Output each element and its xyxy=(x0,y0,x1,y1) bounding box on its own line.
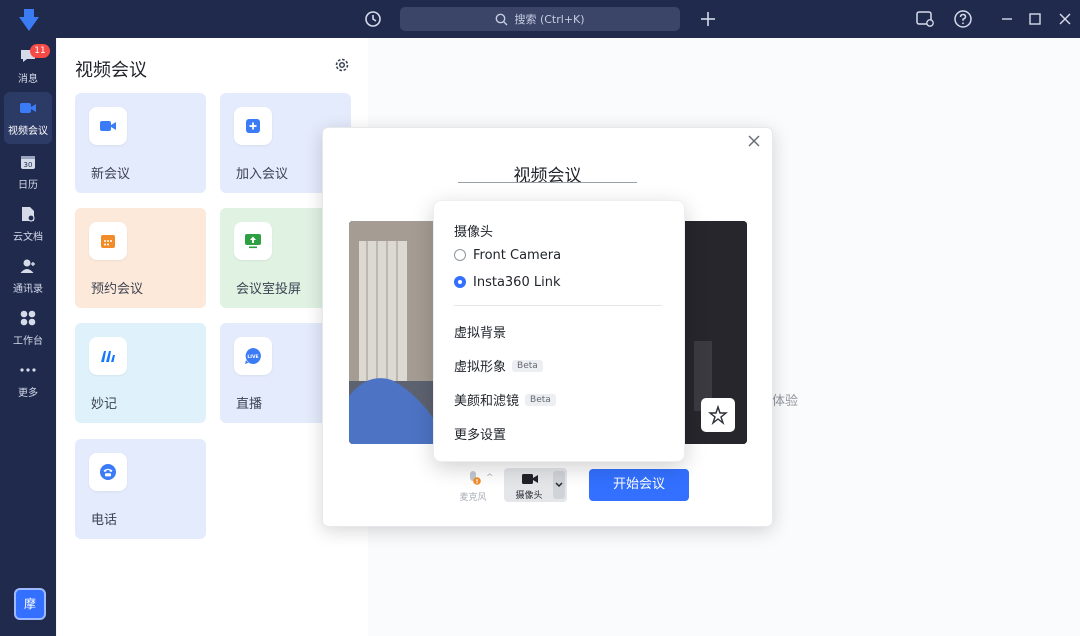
beauty-filters-item[interactable]: 美颜和滤镜 Beta xyxy=(454,390,556,409)
calendar-icon-day: 30 xyxy=(24,161,33,169)
maximize-icon[interactable] xyxy=(1024,8,1046,30)
card-label: 电话 xyxy=(91,513,118,528)
menu-item-label: 更多设置 xyxy=(454,428,507,443)
live-icon-label: LIVE xyxy=(247,354,258,360)
card-icon-box: LIVE xyxy=(234,337,272,375)
sidebar-item-messages[interactable]: 11 消息 xyxy=(0,40,56,92)
microphone-label: 麦克风 xyxy=(459,493,487,503)
beta-badge: Beta xyxy=(512,359,543,372)
title-underline xyxy=(458,182,637,183)
chevron-down-icon xyxy=(555,482,563,487)
menu-item-label: 美颜和滤镜 xyxy=(454,394,520,409)
new-meeting-card[interactable]: 新会议 xyxy=(75,93,206,193)
virtual-background-item[interactable]: 虚拟背景 xyxy=(454,322,506,341)
background-hint-text: 体验 xyxy=(772,394,799,409)
start-meeting-button[interactable]: 开始会议 xyxy=(589,469,689,501)
plus-icon[interactable] xyxy=(697,8,719,30)
card-label: 预约会议 xyxy=(91,282,144,297)
sidebar-item-label: 日历 xyxy=(18,180,38,191)
sidebar-item-label: 工作台 xyxy=(13,336,43,347)
card-icon-box xyxy=(89,222,127,260)
minimize-icon[interactable] xyxy=(996,8,1018,30)
contacts-icon xyxy=(20,259,35,273)
minutes-icon xyxy=(101,351,115,362)
beta-badge: Beta xyxy=(525,393,556,406)
sidebar-item-contacts[interactable]: 通讯录 xyxy=(0,250,56,302)
effects-button[interactable] xyxy=(701,398,735,432)
sidebar-item-more[interactable]: 更多 xyxy=(0,354,56,406)
camera-label: 摄像头 xyxy=(515,491,543,501)
card-label: 加入会议 xyxy=(236,167,289,182)
menu-item-label: 虚拟形象 xyxy=(454,360,507,375)
sidebar: 11 消息 视频会议 30 日历 云文档 通讯录 工作台 更多 摩 xyxy=(0,38,56,636)
card-label: 直播 xyxy=(236,397,263,412)
camera-option-front[interactable]: Front Camera xyxy=(454,245,561,265)
phone-icon xyxy=(100,464,116,480)
video-camera-icon xyxy=(100,121,116,131)
document-icon xyxy=(22,207,35,222)
search-bar[interactable]: 搜索 (Ctrl+K) xyxy=(400,7,680,31)
mic-options-caret-icon[interactable]: ^ xyxy=(486,473,494,483)
video-camera-icon xyxy=(522,474,538,484)
sidebar-item-label: 视频会议 xyxy=(8,126,48,137)
card-icon-box xyxy=(89,453,127,491)
camera-option-label: Front Camera xyxy=(473,247,562,263)
help-icon[interactable] xyxy=(952,8,974,30)
card-icon-box xyxy=(234,107,272,145)
close-icon[interactable] xyxy=(747,134,761,148)
menu-divider xyxy=(454,305,662,306)
magic-wand-icon xyxy=(708,404,728,426)
more-dots-icon xyxy=(20,368,36,372)
card-icon-box xyxy=(89,107,127,145)
camera-option-insta360[interactable]: Insta360 Link xyxy=(454,272,560,292)
camera-options-toggle[interactable] xyxy=(553,471,565,499)
camera-option-label: Insta360 Link xyxy=(473,274,561,290)
sidebar-item-workplace[interactable]: 工作台 xyxy=(0,302,56,354)
card-icon-box xyxy=(234,222,272,260)
screen-share-icon xyxy=(245,234,261,249)
calendar-icon: 30 xyxy=(21,156,35,169)
sidebar-item-video-meeting[interactable]: 视频会议 xyxy=(4,92,52,144)
search-label: 搜索 (Ctrl+K) xyxy=(514,13,585,26)
app-logo-icon xyxy=(19,9,39,31)
phone-card[interactable]: 电话 xyxy=(75,439,206,539)
title-bar: 搜索 (Ctrl+K) xyxy=(0,0,1080,38)
schedule-meeting-card[interactable]: 预约会议 xyxy=(75,208,206,308)
card-label: 新会议 xyxy=(91,167,131,182)
page-title: 视频会议 xyxy=(75,60,147,81)
camera-menu-header: 摄像头 xyxy=(454,225,494,240)
radio-unchecked[interactable] xyxy=(454,249,466,261)
card-icon-box xyxy=(89,337,127,375)
sidebar-item-docs[interactable]: 云文档 xyxy=(0,198,56,250)
sidebar-item-calendar[interactable]: 30 日历 xyxy=(0,146,56,198)
camera-menu: 摄像头 Front Camera Insta360 Link 虚拟背景 虚拟形象… xyxy=(433,200,685,462)
search-icon xyxy=(496,13,508,25)
apps-grid-icon xyxy=(20,310,36,326)
close-window-icon[interactable] xyxy=(1054,8,1076,30)
sidebar-item-label: 更多 xyxy=(18,388,38,399)
sidebar-item-label: 通讯录 xyxy=(13,284,43,295)
calendar-icon xyxy=(101,235,115,248)
minutes-card[interactable]: 妙记 xyxy=(75,323,206,423)
card-label: 会议室投屏 xyxy=(236,282,302,297)
sidebar-item-label: 消息 xyxy=(18,74,38,85)
live-icon: LIVE xyxy=(245,348,261,364)
more-settings-item[interactable]: 更多设置 xyxy=(454,424,506,443)
help-desk-icon[interactable] xyxy=(914,8,936,30)
camera-button[interactable]: 摄像头 xyxy=(504,468,567,502)
sidebar-item-label: 云文档 xyxy=(13,232,43,243)
video-camera-icon xyxy=(20,103,36,113)
unread-badge: 11 xyxy=(30,44,50,58)
menu-item-label: 虚拟背景 xyxy=(454,326,507,341)
user-avatar[interactable]: 摩 xyxy=(14,588,46,620)
history-icon[interactable] xyxy=(362,8,384,30)
plus-square-icon xyxy=(246,119,260,133)
gear-icon[interactable] xyxy=(333,56,351,74)
radio-checked[interactable] xyxy=(454,276,466,288)
microphone-muted-icon xyxy=(470,471,481,485)
virtual-avatar-item[interactable]: 虚拟形象 Beta xyxy=(454,356,543,375)
card-label: 妙记 xyxy=(91,397,118,412)
